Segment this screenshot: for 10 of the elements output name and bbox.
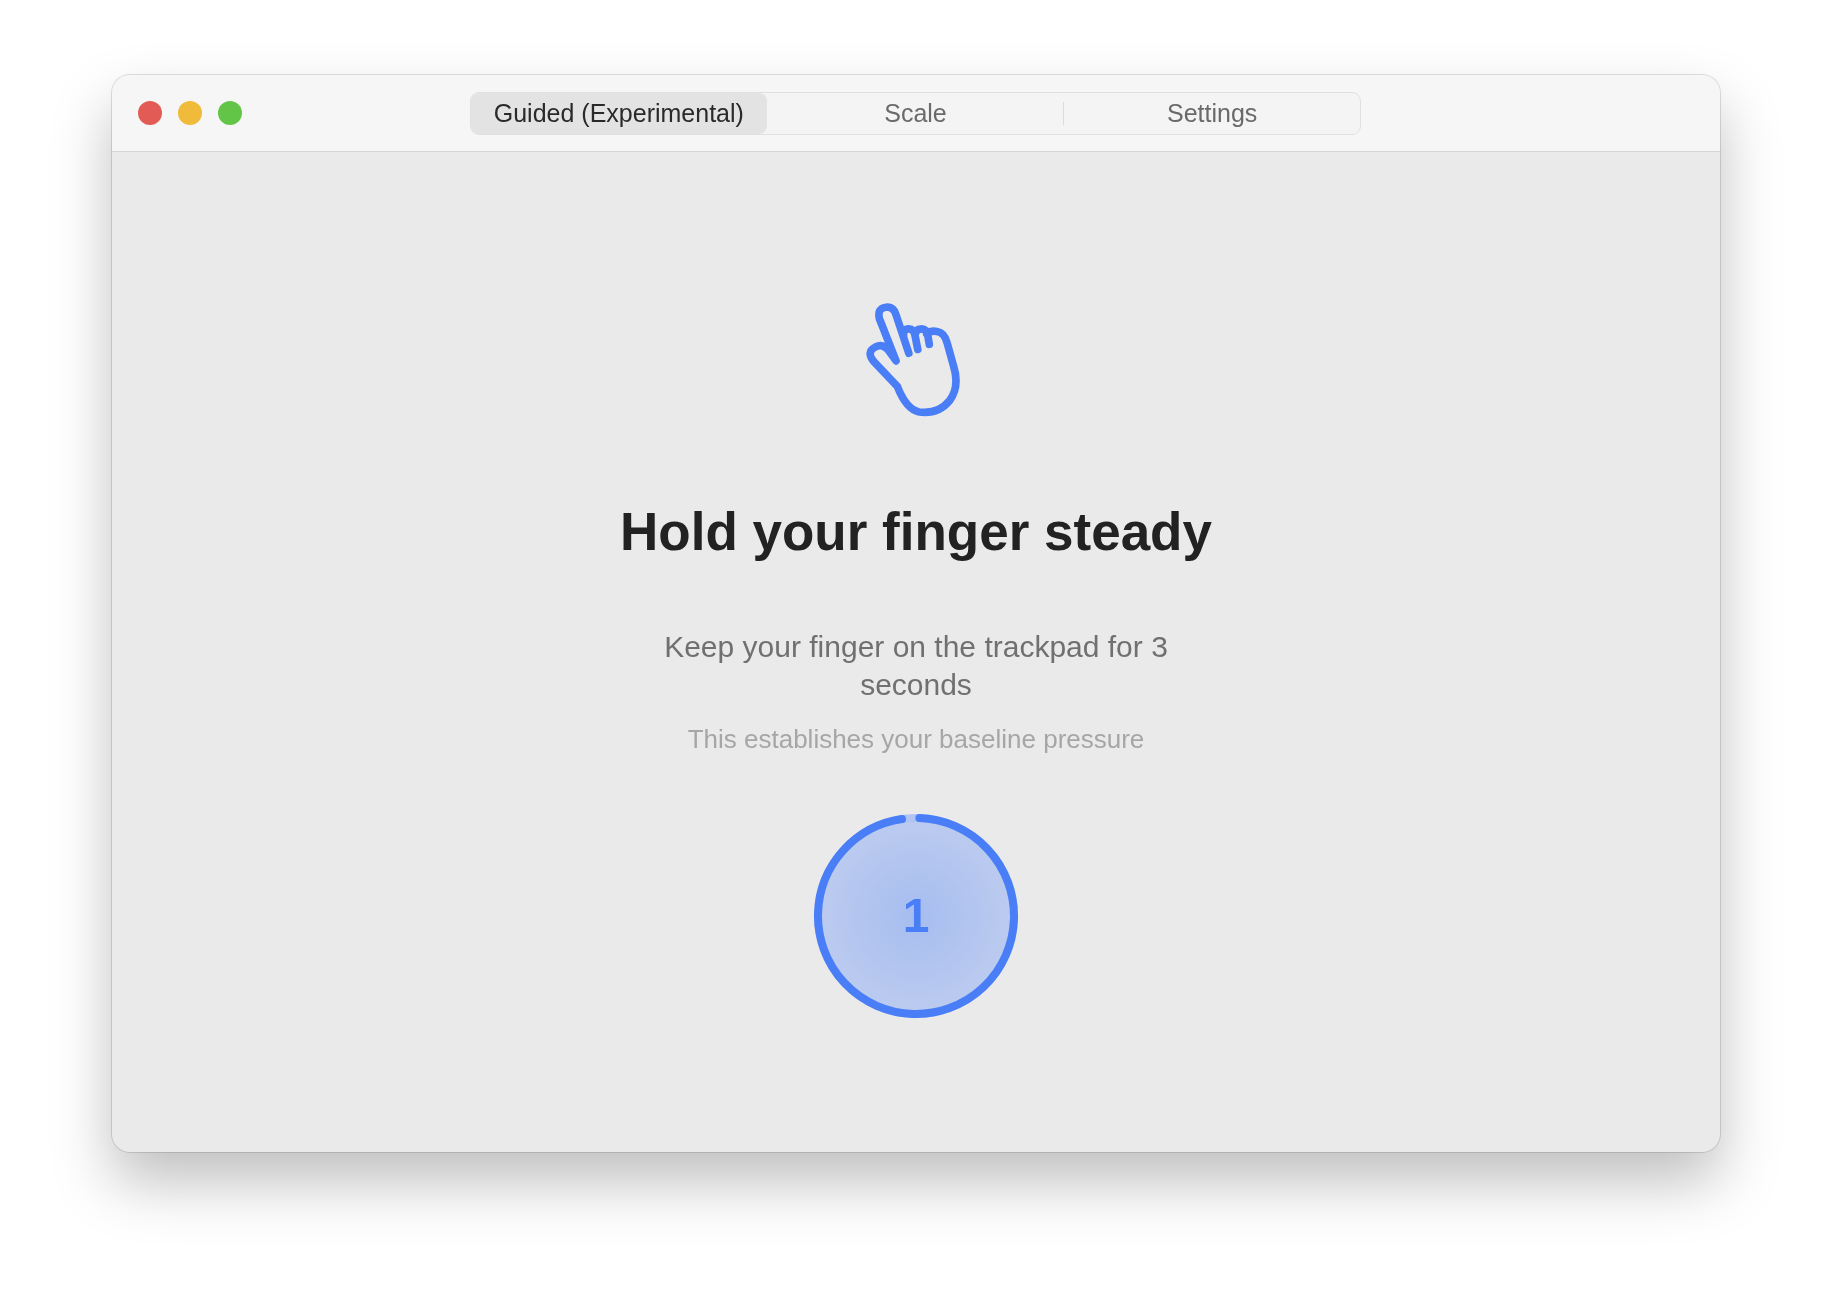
instruction-text: Keep your finger on the trackpad for 3 seconds [663, 628, 1169, 703]
close-button[interactable] [138, 101, 162, 125]
hint-text: This establishes your baseline pressure [687, 722, 1145, 756]
tab[interactable]: Settings [1064, 93, 1360, 134]
heading: Hold your finger steady [620, 501, 1212, 563]
tab[interactable]: Scale [767, 93, 1064, 134]
countdown-number: 1 [902, 887, 930, 944]
minimize-button[interactable] [178, 101, 202, 125]
tab[interactable]: Guided (Experimental) [471, 93, 767, 134]
zoom-button[interactable] [218, 101, 242, 125]
